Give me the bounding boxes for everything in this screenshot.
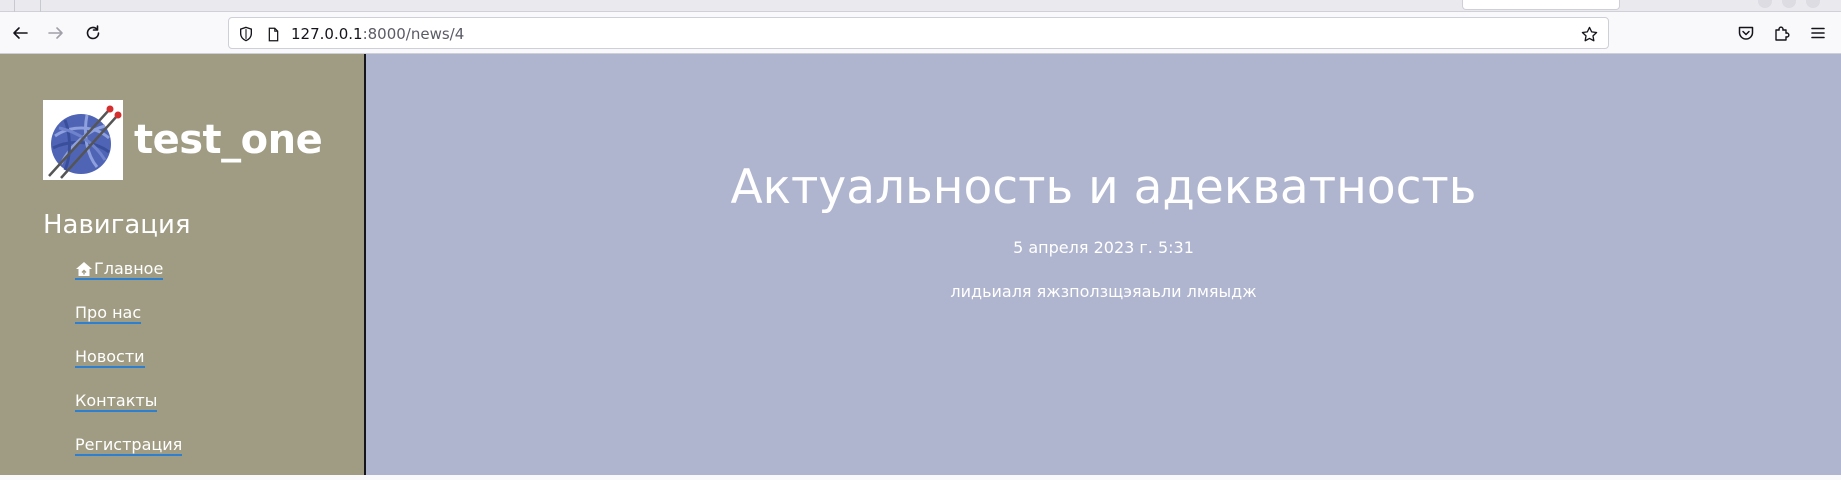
tracking-protection-shield-icon[interactable] [237, 25, 255, 43]
address-bar[interactable]: 127.0.0.1:8000/news/4 [228, 17, 1609, 49]
sidebar: test_one Навигация Главное Про нас Новос… [0, 54, 366, 475]
tab-strip [0, 0, 1841, 12]
nav-item-about: Про нас [75, 304, 182, 348]
forward-button[interactable] [42, 20, 70, 46]
page-info-icon[interactable] [264, 25, 282, 43]
menu-button[interactable] [1804, 20, 1832, 46]
nav-link-registration[interactable]: Регистрация [75, 436, 183, 456]
tab-divider [40, 0, 41, 12]
arrow-left-icon [13, 27, 28, 39]
browser-toolbar: 127.0.0.1:8000/news/4 [0, 12, 1841, 54]
site-title[interactable]: test_one [134, 117, 323, 163]
maximize-window-button[interactable] [1782, 0, 1796, 8]
article-body: лидьиаля яжзползщэяаьли лмяыдж [950, 282, 1257, 301]
url-host: 127.0.0.1 [291, 25, 363, 43]
nav-item-contacts: Контакты [75, 392, 182, 436]
home-icon [75, 261, 93, 277]
nav-item-registration: Регистрация [75, 436, 183, 480]
pocket-button[interactable] [1732, 20, 1760, 46]
page-viewport: test_one Навигация Главное Про нас Новос… [0, 54, 1841, 475]
tab-divider [14, 0, 15, 12]
article-date: 5 апреля 2023 г. 5:31 [1013, 238, 1194, 257]
bookmark-star-icon[interactable] [1580, 25, 1598, 43]
extensions-button[interactable] [1768, 20, 1796, 46]
minimize-window-button[interactable] [1758, 0, 1772, 8]
nav-link-home[interactable]: Главное [75, 259, 164, 280]
nav-link-news[interactable]: Новости [75, 348, 145, 368]
nav-item-news: Новости [75, 348, 182, 392]
navigation-list: Главное Про нас Новости Контакты Регистр… [75, 260, 183, 480]
article-title: Актуальность и адекватность [730, 160, 1477, 215]
nav-link-contacts[interactable]: Контакты [75, 392, 158, 412]
site-brand: test_one [43, 100, 323, 180]
nav-label-home: Главное [94, 259, 164, 278]
puzzle-piece-icon [1775, 26, 1790, 41]
url-path: :8000/news/4 [362, 25, 465, 43]
hamburger-menu-icon [1811, 27, 1825, 39]
reload-icon [86, 25, 100, 40]
back-button[interactable] [6, 20, 34, 46]
navigation-heading: Навигация [43, 210, 191, 240]
arrow-right-icon [48, 27, 63, 39]
reload-button[interactable] [79, 20, 107, 46]
nav-link-about[interactable]: Про нас [75, 304, 142, 324]
nav-item-home: Главное [75, 260, 182, 304]
close-window-button[interactable] [1806, 0, 1820, 8]
news-article: Актуальность и адекватность 5 апреля 202… [366, 54, 1841, 475]
tab-preview-popup [1462, 0, 1620, 10]
yarn-ball-icon [43, 100, 123, 180]
url-text[interactable]: 127.0.0.1:8000/news/4 [291, 25, 464, 43]
pocket-icon [1738, 26, 1754, 40]
